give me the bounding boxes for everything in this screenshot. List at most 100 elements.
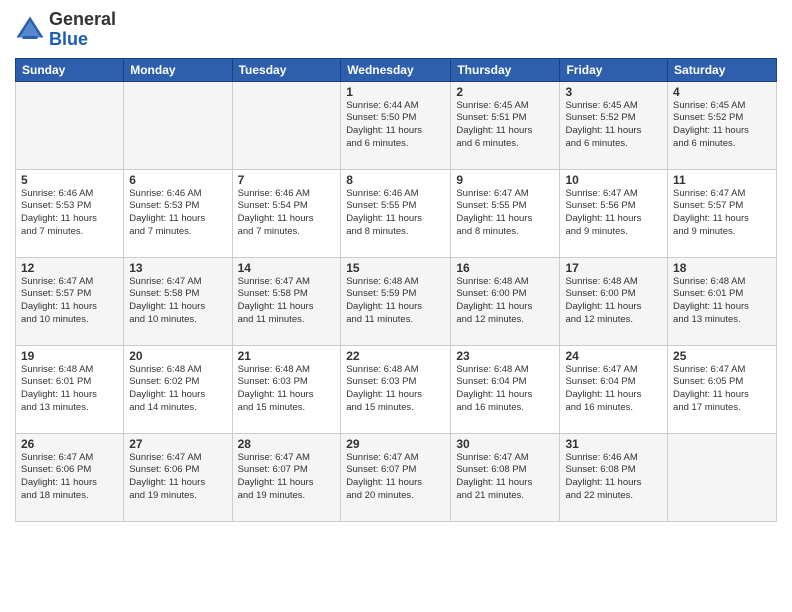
day-number: 2 — [456, 85, 554, 99]
calendar-cell: 24Sunrise: 6:47 AMSunset: 6:04 PMDayligh… — [560, 345, 668, 433]
day-number: 25 — [673, 349, 771, 363]
day-number: 3 — [565, 85, 662, 99]
day-info: Sunrise: 6:45 AMSunset: 5:51 PMDaylight:… — [456, 100, 554, 151]
calendar-cell: 29Sunrise: 6:47 AMSunset: 6:07 PMDayligh… — [341, 433, 451, 521]
day-number: 13 — [129, 261, 226, 275]
calendar-cell: 22Sunrise: 6:48 AMSunset: 6:03 PMDayligh… — [341, 345, 451, 433]
day-number: 27 — [129, 437, 226, 451]
calendar-cell: 31Sunrise: 6:46 AMSunset: 6:08 PMDayligh… — [560, 433, 668, 521]
day-number: 29 — [346, 437, 445, 451]
day-info: Sunrise: 6:47 AMSunset: 6:05 PMDaylight:… — [673, 364, 771, 415]
calendar-cell: 20Sunrise: 6:48 AMSunset: 6:02 PMDayligh… — [124, 345, 232, 433]
day-info: Sunrise: 6:48 AMSunset: 6:01 PMDaylight:… — [21, 364, 118, 415]
calendar-cell: 15Sunrise: 6:48 AMSunset: 5:59 PMDayligh… — [341, 257, 451, 345]
day-info: Sunrise: 6:44 AMSunset: 5:50 PMDaylight:… — [346, 100, 445, 151]
calendar-cell: 30Sunrise: 6:47 AMSunset: 6:08 PMDayligh… — [451, 433, 560, 521]
calendar-cell: 4Sunrise: 6:45 AMSunset: 5:52 PMDaylight… — [668, 81, 777, 169]
day-info: Sunrise: 6:48 AMSunset: 6:00 PMDaylight:… — [456, 276, 554, 327]
day-number: 19 — [21, 349, 118, 363]
calendar-cell: 3Sunrise: 6:45 AMSunset: 5:52 PMDaylight… — [560, 81, 668, 169]
day-number: 9 — [456, 173, 554, 187]
day-number: 11 — [673, 173, 771, 187]
calendar-cell: 14Sunrise: 6:47 AMSunset: 5:58 PMDayligh… — [232, 257, 341, 345]
day-info: Sunrise: 6:47 AMSunset: 6:06 PMDaylight:… — [21, 452, 118, 503]
day-number: 7 — [238, 173, 336, 187]
calendar-cell: 11Sunrise: 6:47 AMSunset: 5:57 PMDayligh… — [668, 169, 777, 257]
calendar-cell: 5Sunrise: 6:46 AMSunset: 5:53 PMDaylight… — [16, 169, 124, 257]
day-info: Sunrise: 6:46 AMSunset: 5:53 PMDaylight:… — [129, 188, 226, 239]
day-info: Sunrise: 6:48 AMSunset: 6:03 PMDaylight:… — [238, 364, 336, 415]
day-info: Sunrise: 6:48 AMSunset: 5:59 PMDaylight:… — [346, 276, 445, 327]
logo: General Blue — [15, 10, 116, 50]
calendar-cell: 16Sunrise: 6:48 AMSunset: 6:00 PMDayligh… — [451, 257, 560, 345]
day-info: Sunrise: 6:47 AMSunset: 5:55 PMDaylight:… — [456, 188, 554, 239]
day-info: Sunrise: 6:48 AMSunset: 6:03 PMDaylight:… — [346, 364, 445, 415]
day-number: 21 — [238, 349, 336, 363]
calendar-cell: 2Sunrise: 6:45 AMSunset: 5:51 PMDaylight… — [451, 81, 560, 169]
day-info: Sunrise: 6:47 AMSunset: 6:07 PMDaylight:… — [238, 452, 336, 503]
day-info: Sunrise: 6:47 AMSunset: 5:58 PMDaylight:… — [129, 276, 226, 327]
day-info: Sunrise: 6:47 AMSunset: 6:04 PMDaylight:… — [565, 364, 662, 415]
day-info: Sunrise: 6:46 AMSunset: 5:54 PMDaylight:… — [238, 188, 336, 239]
day-info: Sunrise: 6:48 AMSunset: 6:01 PMDaylight:… — [673, 276, 771, 327]
day-info: Sunrise: 6:47 AMSunset: 6:08 PMDaylight:… — [456, 452, 554, 503]
day-info: Sunrise: 6:47 AMSunset: 5:58 PMDaylight:… — [238, 276, 336, 327]
calendar-cell — [124, 81, 232, 169]
day-number: 30 — [456, 437, 554, 451]
calendar-cell: 8Sunrise: 6:46 AMSunset: 5:55 PMDaylight… — [341, 169, 451, 257]
calendar-cell: 13Sunrise: 6:47 AMSunset: 5:58 PMDayligh… — [124, 257, 232, 345]
weekday-header-monday: Monday — [124, 58, 232, 81]
day-number: 14 — [238, 261, 336, 275]
calendar-cell: 23Sunrise: 6:48 AMSunset: 6:04 PMDayligh… — [451, 345, 560, 433]
day-info: Sunrise: 6:47 AMSunset: 5:57 PMDaylight:… — [673, 188, 771, 239]
day-number: 6 — [129, 173, 226, 187]
day-number: 20 — [129, 349, 226, 363]
calendar-cell: 21Sunrise: 6:48 AMSunset: 6:03 PMDayligh… — [232, 345, 341, 433]
day-info: Sunrise: 6:47 AMSunset: 6:07 PMDaylight:… — [346, 452, 445, 503]
calendar-cell: 18Sunrise: 6:48 AMSunset: 6:01 PMDayligh… — [668, 257, 777, 345]
day-number: 24 — [565, 349, 662, 363]
page: General Blue SundayMondayTuesdayWednesda… — [0, 0, 792, 612]
calendar-cell: 26Sunrise: 6:47 AMSunset: 6:06 PMDayligh… — [16, 433, 124, 521]
calendar-cell: 7Sunrise: 6:46 AMSunset: 5:54 PMDaylight… — [232, 169, 341, 257]
logo-icon — [15, 15, 45, 45]
weekday-header-wednesday: Wednesday — [341, 58, 451, 81]
calendar-cell: 10Sunrise: 6:47 AMSunset: 5:56 PMDayligh… — [560, 169, 668, 257]
day-number: 31 — [565, 437, 662, 451]
day-number: 8 — [346, 173, 445, 187]
day-number: 22 — [346, 349, 445, 363]
day-number: 12 — [21, 261, 118, 275]
day-number: 28 — [238, 437, 336, 451]
calendar-cell: 1Sunrise: 6:44 AMSunset: 5:50 PMDaylight… — [341, 81, 451, 169]
day-info: Sunrise: 6:47 AMSunset: 5:57 PMDaylight:… — [21, 276, 118, 327]
day-info: Sunrise: 6:46 AMSunset: 6:08 PMDaylight:… — [565, 452, 662, 503]
weekday-header-saturday: Saturday — [668, 58, 777, 81]
weekday-header-thursday: Thursday — [451, 58, 560, 81]
day-number: 26 — [21, 437, 118, 451]
day-info: Sunrise: 6:46 AMSunset: 5:55 PMDaylight:… — [346, 188, 445, 239]
calendar-cell: 19Sunrise: 6:48 AMSunset: 6:01 PMDayligh… — [16, 345, 124, 433]
calendar-cell: 9Sunrise: 6:47 AMSunset: 5:55 PMDaylight… — [451, 169, 560, 257]
day-number: 17 — [565, 261, 662, 275]
header: General Blue — [15, 10, 777, 50]
weekday-header-row: SundayMondayTuesdayWednesdayThursdayFrid… — [16, 58, 777, 81]
weekday-header-friday: Friday — [560, 58, 668, 81]
calendar-cell — [668, 433, 777, 521]
calendar-cell — [16, 81, 124, 169]
day-number: 18 — [673, 261, 771, 275]
day-number: 16 — [456, 261, 554, 275]
day-info: Sunrise: 6:45 AMSunset: 5:52 PMDaylight:… — [565, 100, 662, 151]
logo-text: General Blue — [49, 10, 116, 50]
week-row-1: 5 Sunrise: 6:46 AMSunset: 5:53 PMDaylight… — [16, 169, 777, 257]
day-number: 10 — [565, 173, 662, 187]
weekday-header-tuesday: Tuesday — [232, 58, 341, 81]
day-number: 23 — [456, 349, 554, 363]
day-info: Sunrise: 6:45 AMSunset: 5:52 PMDaylight:… — [673, 100, 771, 151]
week-row-3: 19Sunrise: 6:48 AMSunset: 6:01 PMDayligh… — [16, 345, 777, 433]
day-info: Sunrise: 6:48 AMSunset: 6:04 PMDaylight:… — [456, 364, 554, 415]
week-row-4: 26Sunrise: 6:47 AMSunset: 6:06 PMDayligh… — [16, 433, 777, 521]
day-number: 4 — [673, 85, 771, 99]
day-info: Sunrise: 6:48 AMSunset: 6:00 PMDaylight:… — [565, 276, 662, 327]
calendar-cell: 12Sunrise: 6:47 AMSunset: 5:57 PMDayligh… — [16, 257, 124, 345]
day-number: 5 — [21, 173, 118, 187]
